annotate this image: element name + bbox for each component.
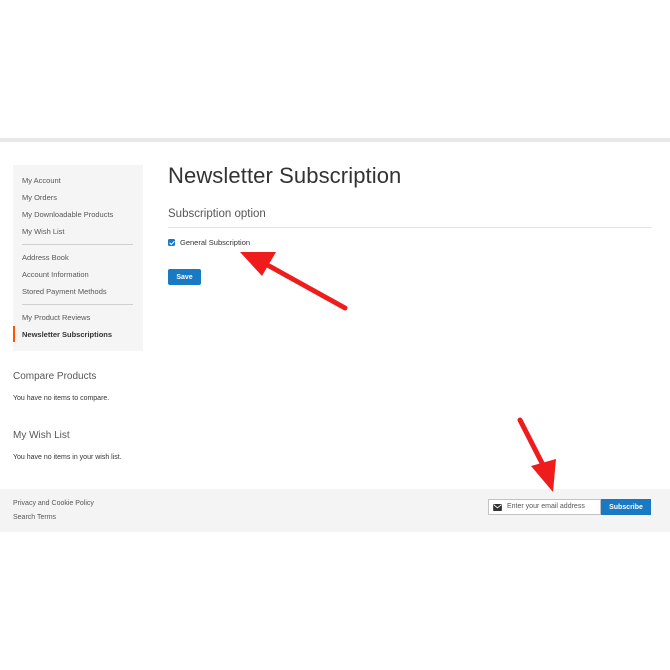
compare-products-title: Compare Products <box>13 371 97 382</box>
sidebar-item-my-account[interactable]: My Account <box>22 176 61 185</box>
active-item-marker <box>13 326 15 342</box>
header-divider <box>0 138 670 142</box>
sidebar-item-account-information[interactable]: Account Information <box>22 270 89 279</box>
newsletter-email-input[interactable]: Enter your email address <box>488 499 601 515</box>
subscribe-button[interactable]: Subscribe <box>601 499 651 515</box>
compare-products-empty-text: You have no items to compare. <box>13 395 110 402</box>
sidebar-item-address-book[interactable]: Address Book <box>22 253 69 262</box>
sidebar-item-downloadable-products[interactable]: My Downloadable Products <box>22 210 113 219</box>
wish-list-empty-text: You have no items in your wish list. <box>13 454 122 461</box>
sidebar-divider <box>22 304 133 305</box>
sidebar-divider <box>22 244 133 245</box>
sidebar-item-product-reviews[interactable]: My Product Reviews <box>22 313 90 322</box>
sidebar-item-my-orders[interactable]: My Orders <box>22 193 57 202</box>
general-subscription-checkbox[interactable] <box>168 239 175 246</box>
sidebar-item-wish-list[interactable]: My Wish List <box>22 227 65 236</box>
sidebar-item-stored-payment-methods[interactable]: Stored Payment Methods <box>22 287 107 296</box>
page-footer: Privacy and Cookie Policy Search Terms E… <box>0 489 670 532</box>
account-sidebar-nav: My Account My Orders My Downloadable Pro… <box>13 165 143 351</box>
page-title: Newsletter Subscription <box>168 163 402 188</box>
screenshot-area: My Account My Orders My Downloadable Pro… <box>0 138 670 532</box>
general-subscription-label[interactable]: General Subscription <box>180 238 250 247</box>
footer-link-search-terms[interactable]: Search Terms <box>13 514 56 521</box>
email-placeholder: Enter your email address <box>507 503 585 510</box>
legend-divider <box>168 227 652 228</box>
checkmark-icon <box>168 240 175 245</box>
footer-link-privacy-policy[interactable]: Privacy and Cookie Policy <box>13 500 94 507</box>
wish-list-title: My Wish List <box>13 430 70 441</box>
sidebar-item-newsletter-subscriptions[interactable]: Newsletter Subscriptions <box>22 330 112 339</box>
subscription-option-legend: Subscription option <box>168 208 266 220</box>
envelope-icon <box>493 504 502 511</box>
save-button[interactable]: Save <box>168 269 201 285</box>
